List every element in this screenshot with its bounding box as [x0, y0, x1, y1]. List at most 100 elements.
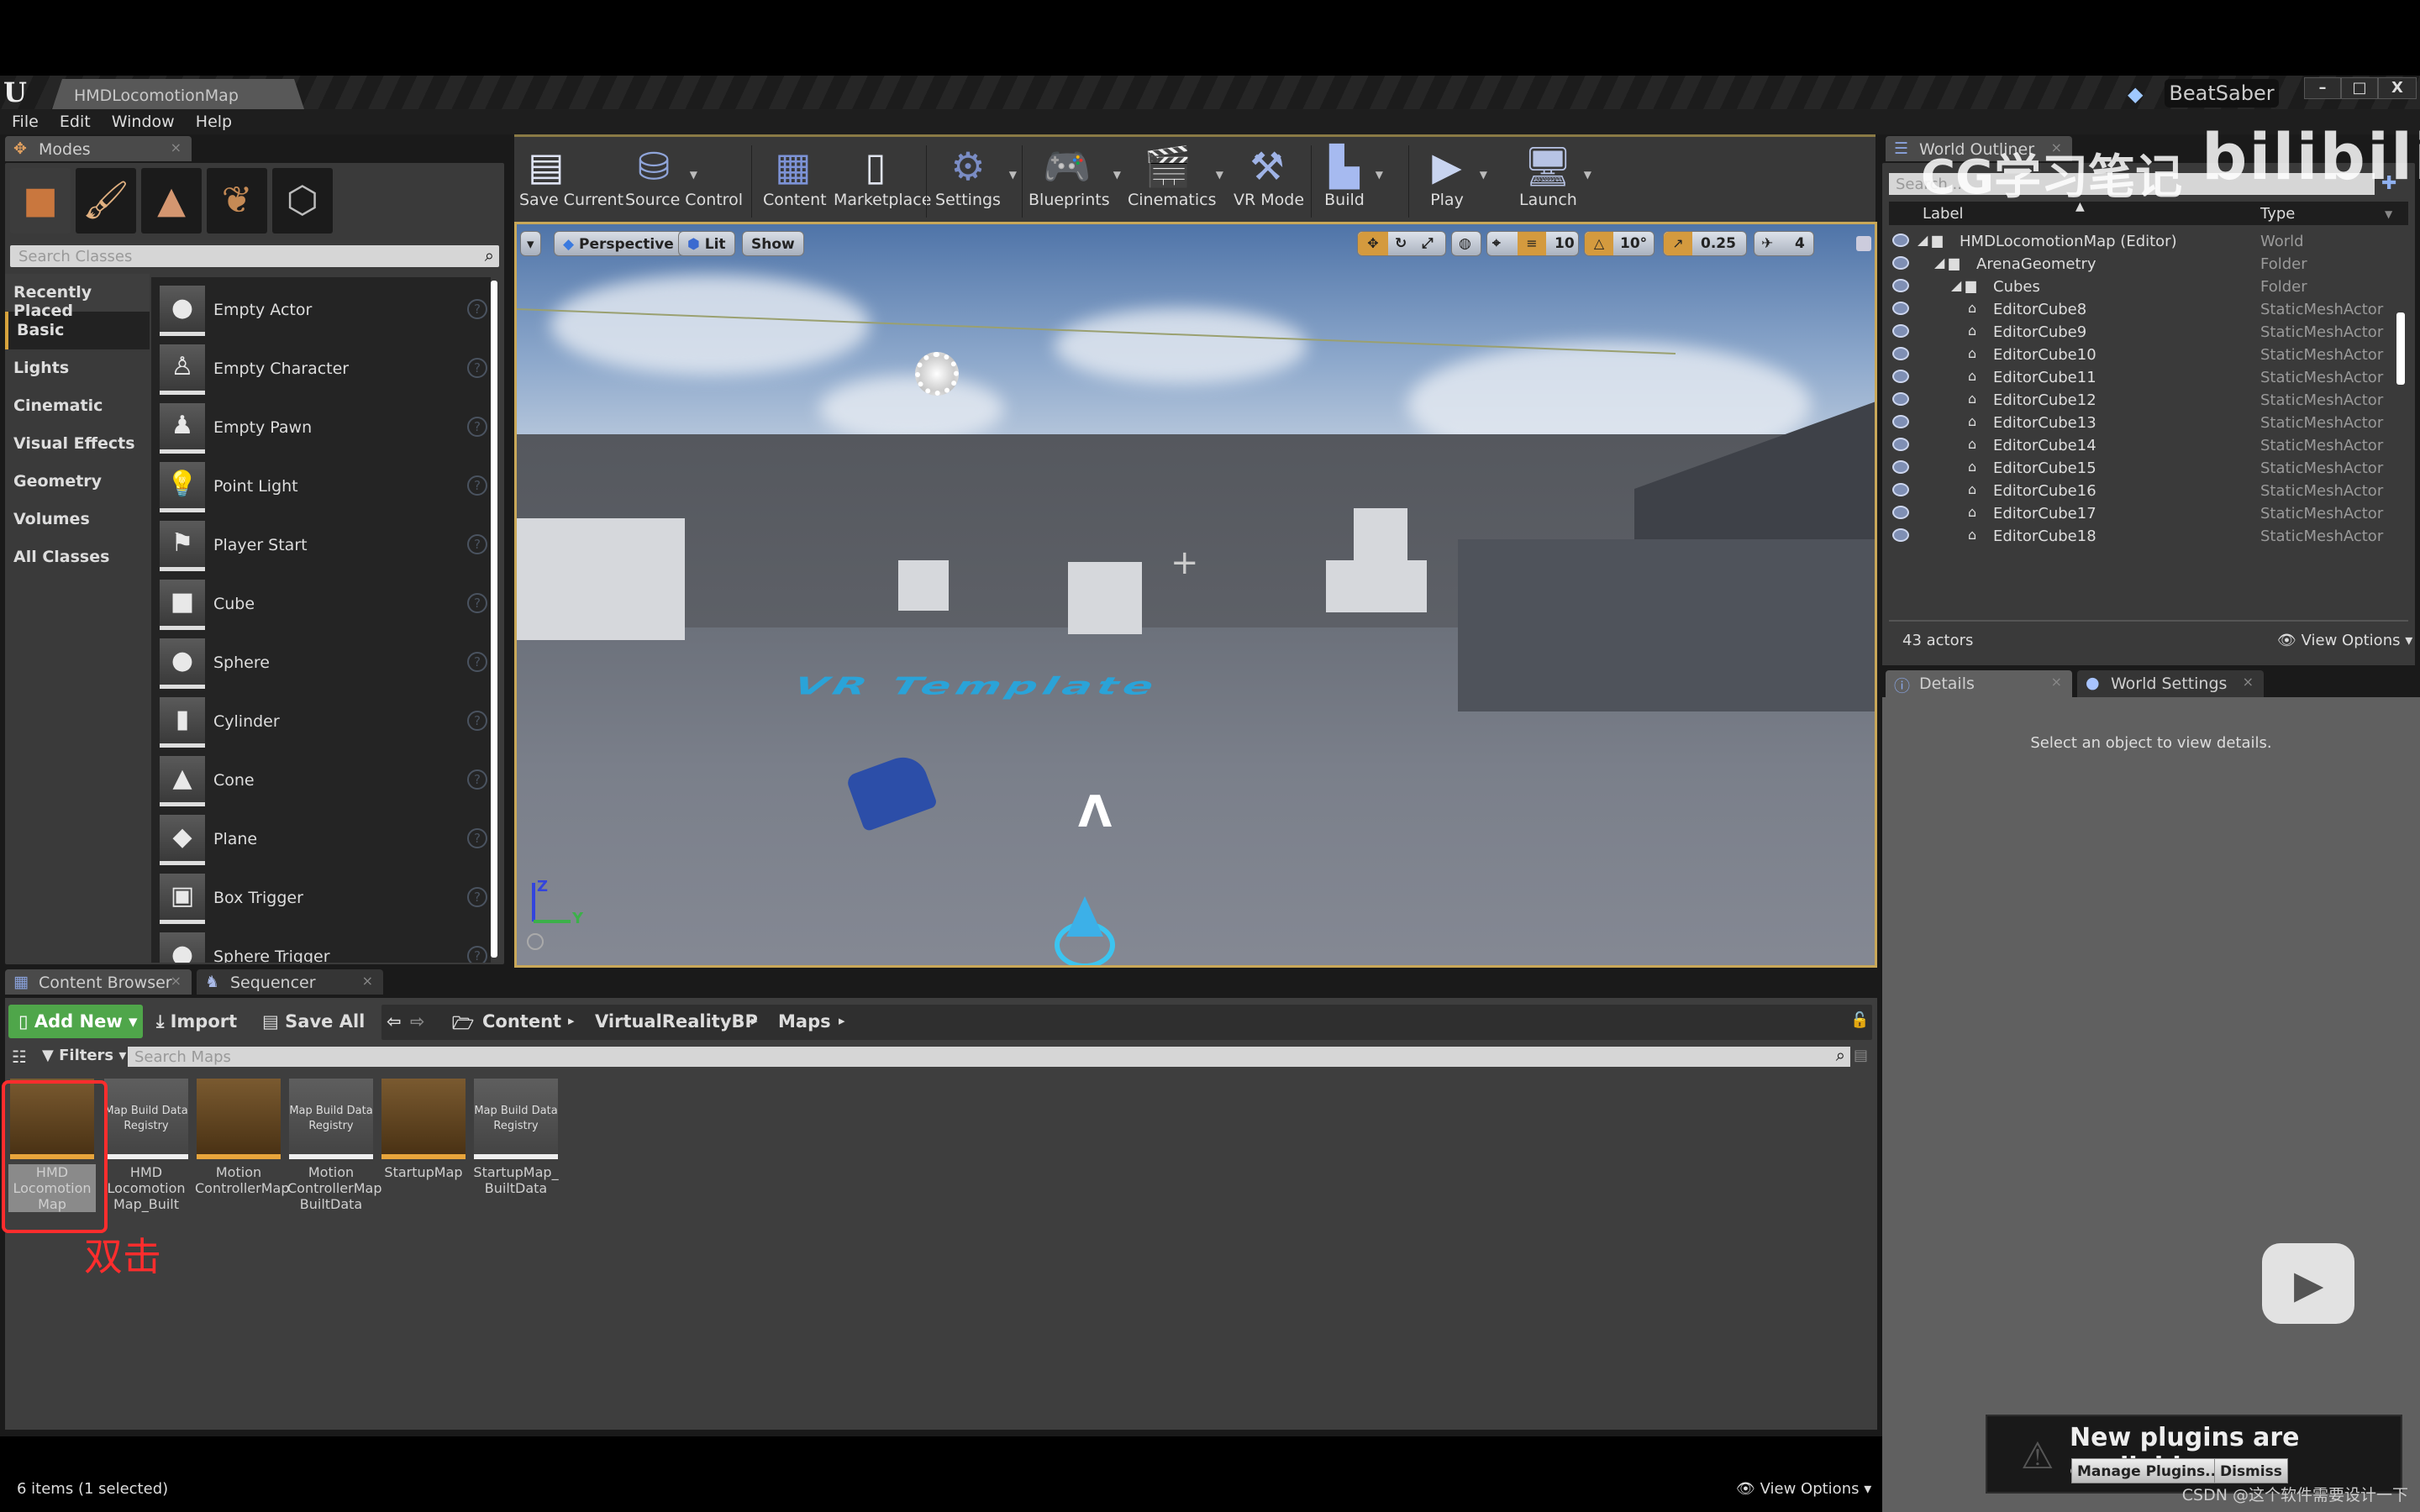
class-item[interactable]: ⚑ Player Start? — [160, 521, 487, 571]
class-item[interactable]: 💡 Point Light? — [160, 462, 487, 512]
manage-plugins-button[interactable]: Manage Plugins... — [2071, 1458, 2228, 1483]
outliner-row[interactable]: ⌂ EditorCube11 StaticMeshActor — [1889, 366, 2398, 389]
help-icon[interactable]: ? — [467, 828, 487, 848]
col-type[interactable]: Type — [2260, 205, 2295, 223]
tab-details[interactable]: ⓘ Details × — [1886, 670, 2072, 697]
content-button[interactable]: ▦ Content — [763, 142, 827, 221]
map-tab[interactable]: HMDLocomotionMap — [52, 79, 304, 109]
help-icon[interactable]: ? — [467, 769, 487, 790]
visibility-eye-icon[interactable] — [1892, 347, 1909, 360]
visibility-eye-icon[interactable] — [1892, 370, 1909, 383]
save-current-button[interactable]: ▤ Save Current — [519, 142, 623, 221]
back-button[interactable]: ⇦ — [387, 1011, 402, 1032]
forward-button[interactable]: ⇨ — [410, 1011, 425, 1032]
save-search-icon[interactable]: ▤ — [1854, 1047, 1868, 1064]
maximize-viewport-icon[interactable] — [1856, 236, 1871, 251]
breadcrumb-separator-icon[interactable]: ▸ — [568, 1013, 575, 1028]
category-volumes[interactable]: Volumes — [5, 501, 150, 538]
help-icon[interactable]: ? — [467, 711, 487, 731]
category-recently-placed[interactable]: Recently Placed — [5, 274, 150, 320]
tab-sequencer[interactable]: ♞ Sequencer × — [197, 969, 383, 995]
outliner-view-options[interactable]: 👁 View Options ▾ — [2277, 632, 2412, 649]
search-classes-input[interactable]: Search Classes ⌕ — [10, 245, 499, 267]
rotate-tool-icon[interactable]: ↻ — [1395, 235, 1407, 252]
dismiss-button[interactable]: Dismiss — [2214, 1458, 2288, 1483]
search-maps-input[interactable]: Search Maps ⌕ — [128, 1045, 1850, 1067]
visibility-eye-icon[interactable] — [1892, 483, 1909, 496]
close-icon[interactable]: × — [171, 139, 182, 155]
breadcrumb-separator-icon[interactable]: ▸ — [839, 1013, 845, 1028]
sources-toggle-icon[interactable]: ☷ — [12, 1047, 27, 1067]
class-item[interactable]: ● Sphere Trigger? — [160, 932, 487, 963]
minimize-button[interactable]: – — [2304, 77, 2341, 99]
visibility-eye-icon[interactable] — [1892, 392, 1909, 406]
class-item[interactable]: ● Empty Actor? — [160, 286, 487, 336]
add-new-button[interactable]: ▯ Add New ▾ — [8, 1005, 143, 1038]
outliner-row[interactable]: ⌂ EditorCube15 StaticMeshActor — [1889, 457, 2398, 480]
breadcrumb-content[interactable]: Content — [482, 1011, 561, 1032]
visibility-eye-icon[interactable] — [1892, 302, 1909, 315]
help-icon[interactable]: ? — [467, 534, 487, 554]
outliner-row[interactable]: ⌂ EditorCube14 StaticMeshActor — [1889, 434, 2398, 457]
lock-icon[interactable]: 🔓 — [1850, 1011, 1869, 1029]
asset-hmd-locomotion-map-built[interactable]: Map Build Data Registry HMD Locomotion Ma… — [103, 1079, 190, 1212]
source-control-button[interactable]: ⛁ Source Control ▼ — [625, 142, 743, 221]
restore-button[interactable]: □ — [2341, 77, 2378, 99]
outliner-row[interactable]: ⌂ EditorCube10 StaticMeshActor — [1889, 344, 2398, 366]
scale-snap-value[interactable]: 0.25 — [1701, 235, 1736, 252]
camera-speed-button[interactable]: ✈ 4 — [1754, 231, 1814, 256]
visibility-eye-icon[interactable] — [1892, 324, 1909, 338]
visibility-eye-icon[interactable] — [1892, 438, 1909, 451]
dropdown-arrow-icon[interactable]: ▼ — [1216, 169, 1223, 181]
tab-modes[interactable]: ✥ Modes × — [5, 136, 192, 161]
dropdown-arrow-icon[interactable]: ▼ — [1480, 169, 1487, 181]
column-options-icon[interactable]: ▼ — [2385, 208, 2392, 220]
foliage-mode-icon[interactable]: ❦ — [207, 168, 267, 234]
import-button[interactable]: ⤓ Import — [156, 1011, 237, 1032]
dropdown-arrow-icon[interactable]: ▼ — [1113, 169, 1121, 181]
category-visual-effects[interactable]: Visual Effects — [5, 425, 150, 463]
outliner-row[interactable]: ⌂ EditorCube12 StaticMeshActor — [1889, 389, 2398, 412]
player-start-marker-icon[interactable]: Λ — [1078, 787, 1112, 837]
visibility-eye-icon[interactable] — [1892, 256, 1909, 270]
visibility-eye-icon[interactable] — [1892, 506, 1909, 519]
asset-startup-map-builtdata[interactable]: Map Build Data Registry StartupMap_ Built… — [472, 1079, 560, 1196]
outliner-row[interactable]: ⌂ EditorCube9 StaticMeshActor — [1889, 321, 2398, 344]
close-icon[interactable]: × — [362, 973, 373, 989]
geometry-mode-icon[interactable]: ⬡ — [272, 168, 333, 234]
place-mode-icon[interactable]: ■ — [10, 168, 71, 234]
breadcrumb-virtualrealitybp[interactable]: VirtualRealityBP — [595, 1011, 758, 1032]
class-item[interactable]: ♟ Empty Pawn? — [160, 403, 487, 454]
visibility-eye-icon[interactable] — [1892, 279, 1909, 292]
directional-light-icon[interactable] — [915, 352, 959, 396]
menu-edit[interactable]: Edit — [48, 109, 91, 131]
surface-snap-icon[interactable]: ⌖ — [1492, 235, 1501, 252]
help-icon[interactable]: ? — [467, 299, 487, 319]
class-item[interactable]: ▲ Cone? — [160, 756, 487, 806]
help-icon[interactable]: ? — [467, 652, 487, 672]
blueprints-button[interactable]: 🎮 Blueprints ▼ — [1028, 142, 1121, 221]
scale-tool-icon[interactable]: ⤢ — [1422, 235, 1434, 252]
cinematics-button[interactable]: 🎬 Cinematics ▼ — [1128, 142, 1223, 221]
translate-tool-icon[interactable]: ✥ — [1358, 232, 1388, 255]
help-icon[interactable] — [527, 933, 544, 950]
level-viewport[interactable]: + VR Template Λ ▾ ◆ Perspective ⬢ Lit Sh… — [514, 222, 1877, 968]
outliner-row[interactable]: ⌂ EditorCube13 StaticMeshActor — [1889, 412, 2398, 434]
col-label[interactable]: Label — [1923, 205, 1964, 223]
category-lights[interactable]: Lights — [5, 349, 150, 387]
scale-snap-toggle-icon[interactable]: ↗ — [1664, 232, 1692, 255]
help-icon[interactable]: ? — [467, 593, 487, 613]
landscape-mode-icon[interactable]: ▲ — [141, 168, 202, 234]
visibility-eye-icon[interactable] — [1892, 528, 1909, 542]
viewport-options-button[interactable]: ▾ — [520, 231, 541, 256]
category-all-classes[interactable]: All Classes — [5, 538, 150, 576]
category-geometry[interactable]: Geometry — [5, 463, 150, 501]
help-icon[interactable]: ? — [467, 475, 487, 496]
close-icon[interactable]: × — [171, 973, 182, 989]
class-item[interactable]: ▮ Cylinder? — [160, 697, 487, 748]
play-button[interactable]: ▶ Play ▼ — [1422, 142, 1487, 221]
menu-window[interactable]: Window — [100, 109, 175, 131]
dropdown-arrow-icon[interactable]: ▼ — [1376, 169, 1383, 181]
outliner-row[interactable]: ◢ ▆ Cubes Folder — [1889, 276, 2398, 298]
help-icon[interactable]: ? — [467, 417, 487, 437]
